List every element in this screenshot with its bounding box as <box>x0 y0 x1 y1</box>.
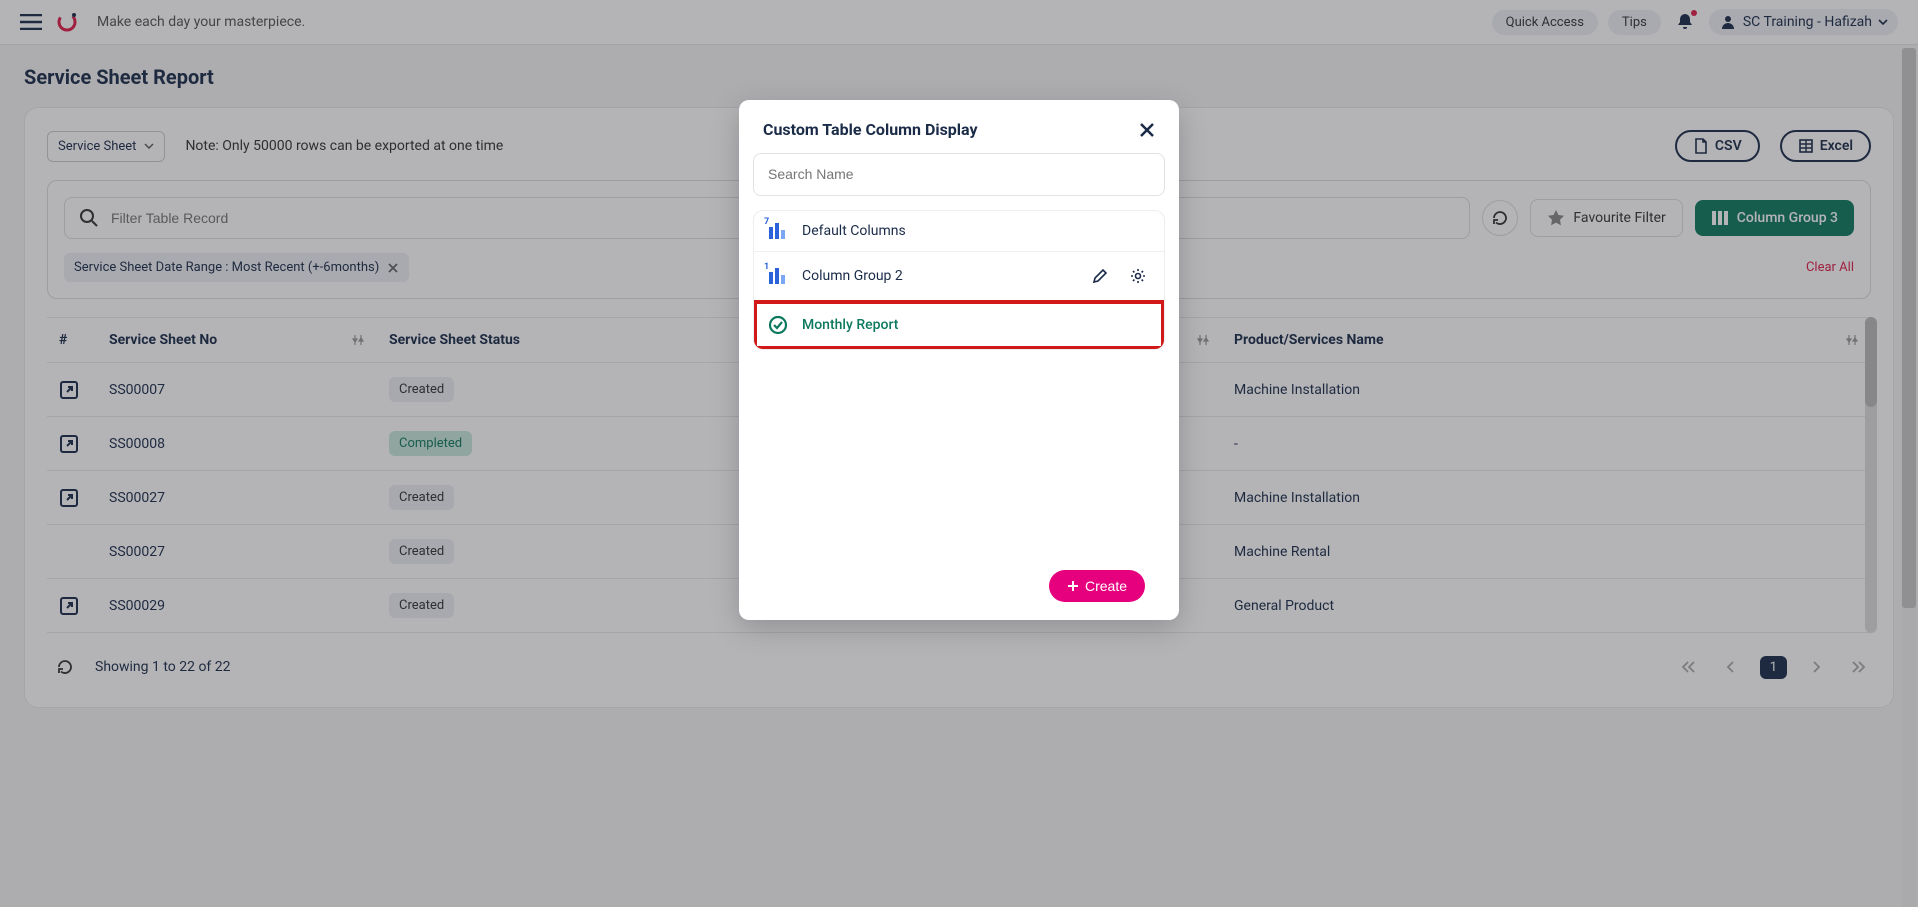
column-group-label: Monthly Report <box>802 317 1074 333</box>
settings-icon[interactable] <box>1126 264 1150 288</box>
close-button[interactable] <box>1139 122 1155 138</box>
column-group-item[interactable]: Monthly Report <box>754 301 1164 349</box>
column-group-label: Default Columns <box>802 223 1150 239</box>
edit-name-icon[interactable] <box>1088 264 1112 288</box>
check-circle-icon <box>768 315 788 335</box>
column-group-label: Column Group 2 <box>802 268 1074 284</box>
column-display-modal: Custom Table Column Display 7 Default Col… <box>739 100 1179 620</box>
column-group-item[interactable]: 7 Default Columns <box>754 211 1164 252</box>
column-group-list: 7 Default Columns 1 Column Group 2 Monthly R… <box>753 210 1165 350</box>
modal-overlay[interactable]: Custom Table Column Display 7 Default Col… <box>0 0 1918 907</box>
modal-title: Custom Table Column Display <box>763 120 978 139</box>
close-icon <box>1139 122 1155 138</box>
column-group-item[interactable]: 1 Column Group 2 <box>754 252 1164 301</box>
modal-search-input[interactable] <box>768 166 1150 182</box>
columns-icon: 1 <box>768 268 788 284</box>
plus-icon <box>1067 580 1079 592</box>
create-button[interactable]: Create <box>1049 570 1145 602</box>
columns-icon: 7 <box>768 223 788 239</box>
modal-search-box[interactable] <box>753 153 1165 196</box>
